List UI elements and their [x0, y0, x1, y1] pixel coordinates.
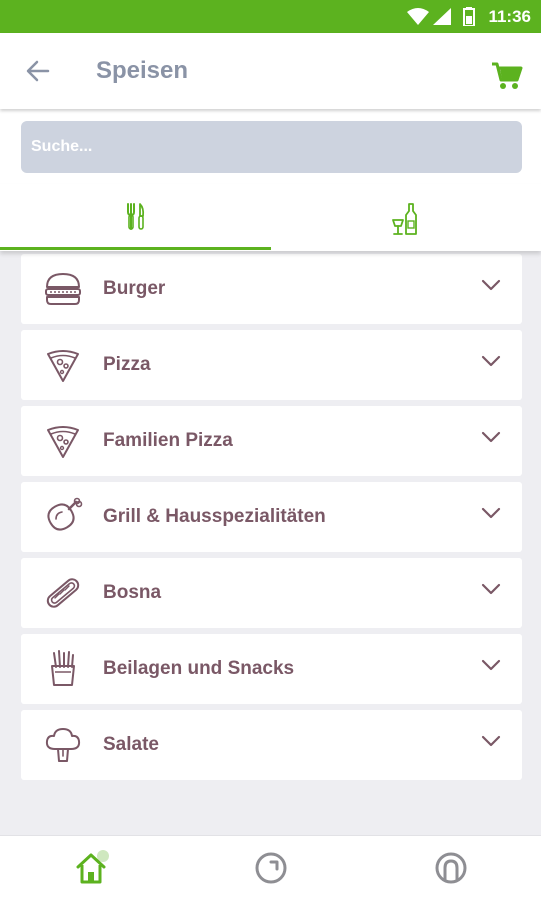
chevron-down-icon[interactable] — [480, 578, 502, 600]
category-label: Grill & Hausspezialitäten — [103, 506, 326, 527]
category-item-grill[interactable]: Grill & Hausspezialitäten — [21, 482, 522, 552]
status-bar: 11:36 — [0, 0, 541, 33]
category-item-familien-pizza[interactable]: Familien Pizza — [21, 406, 522, 476]
app-bar: Speisen — [0, 33, 541, 109]
category-item-beilagen[interactable]: Beilagen und Snacks — [21, 634, 522, 704]
category-label: Pizza — [103, 354, 151, 375]
pizza-slice-icon — [47, 426, 79, 458]
profile-icon[interactable] — [433, 850, 469, 886]
wifi-icon — [407, 8, 429, 25]
hotdog-icon — [46, 578, 80, 608]
category-label: Burger — [103, 278, 166, 299]
status-time: 11:36 — [488, 7, 531, 26]
category-label: Beilagen und Snacks — [103, 658, 295, 679]
tab-food[interactable] — [0, 184, 270, 248]
category-item-salate[interactable]: Salate — [21, 710, 522, 780]
bottom-navigation — [0, 835, 541, 901]
back-arrow-icon[interactable] — [24, 57, 52, 85]
cutlery-icon — [127, 203, 145, 230]
category-label: Familien Pizza — [103, 430, 233, 451]
tab-indicator — [0, 247, 271, 250]
drinks-icon — [392, 203, 417, 235]
tab-drinks[interactable] — [271, 184, 541, 248]
burger-icon — [45, 273, 81, 305]
signal-icon — [433, 8, 451, 25]
search-input[interactable] — [21, 121, 522, 173]
category-label: Salate — [103, 734, 159, 755]
category-tabs — [0, 184, 541, 251]
category-item-burger[interactable]: Burger — [21, 254, 522, 324]
search-container — [0, 109, 541, 184]
chevron-down-icon[interactable] — [480, 730, 502, 752]
history-icon[interactable] — [253, 850, 289, 886]
battery-icon — [463, 7, 475, 26]
category-label: Bosna — [103, 582, 162, 603]
chevron-down-icon[interactable] — [480, 426, 502, 448]
home-icon[interactable] — [73, 850, 109, 886]
category-item-bosna[interactable]: Bosna — [21, 558, 522, 628]
chevron-down-icon[interactable] — [480, 502, 502, 524]
shopping-cart-icon[interactable] — [491, 61, 523, 91]
category-list: Burger Pizza Familien Pizza Grill & Haus… — [0, 251, 541, 835]
chevron-down-icon[interactable] — [480, 654, 502, 676]
chevron-down-icon[interactable] — [480, 274, 502, 296]
page-title: Speisen — [96, 57, 189, 84]
broccoli-icon — [45, 728, 81, 762]
chevron-down-icon[interactable] — [480, 350, 502, 372]
meat-leg-icon — [47, 497, 83, 531]
pizza-slice-icon — [47, 350, 79, 382]
category-item-pizza[interactable]: Pizza — [21, 330, 522, 400]
fries-icon — [51, 650, 75, 686]
